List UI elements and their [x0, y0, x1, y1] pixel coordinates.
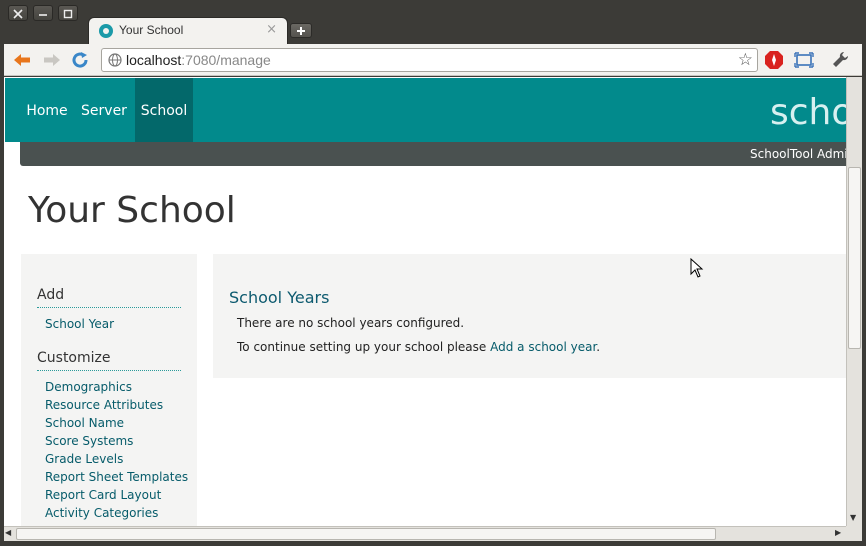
user-name-link[interactable]: SchoolTool Admin	[750, 147, 846, 161]
sidebar-link-report-card-layout[interactable]: Report Card Layout	[45, 488, 161, 502]
setup-message-end: .	[596, 340, 601, 354]
empty-message: There are no school years configured.	[237, 316, 465, 330]
sidebar-link-grade-levels[interactable]: Grade Levels	[45, 452, 123, 466]
vertical-scroll-thumb[interactable]	[848, 167, 861, 349]
tab-title: Your School	[119, 23, 184, 37]
browser-toolbar: localhost:7080/manage ☆	[4, 44, 862, 76]
adblock-icon[interactable]	[764, 50, 784, 70]
setup-message-text: To continue setting up your school pleas…	[237, 340, 491, 354]
scroll-left-arrow-icon[interactable]: ◀	[5, 528, 11, 537]
nav-home[interactable]: Home	[23, 78, 71, 142]
new-tab-button[interactable]	[290, 23, 312, 38]
page-info-icon[interactable]	[108, 53, 122, 67]
scroll-right-arrow-icon[interactable]: ▶	[835, 528, 841, 537]
address-bar[interactable]: localhost:7080/manage ☆	[101, 48, 758, 72]
plus-icon	[297, 27, 305, 35]
window-minimize-button[interactable]	[33, 5, 53, 21]
bookmark-star-icon[interactable]: ☆	[738, 50, 753, 70]
sidebar: Add School Year Customize Demographics R…	[21, 254, 197, 526]
sidebar-heading-customize: Customize	[37, 350, 181, 371]
wrench-icon[interactable]	[830, 50, 850, 70]
site-favicon-icon	[99, 24, 113, 38]
tab-close-icon[interactable]: ×	[266, 22, 277, 37]
reload-icon[interactable]	[70, 50, 90, 70]
sidebar-link-score-systems[interactable]: Score Systems	[45, 434, 133, 448]
horizontal-scrollbar[interactable]: ◀ ▶	[4, 526, 846, 541]
mouse-cursor-icon	[690, 258, 704, 278]
back-arrow-icon[interactable]	[12, 50, 32, 70]
user-bar: SchoolTool Admin	[20, 142, 846, 166]
url-path: :7080/manage	[181, 52, 271, 68]
horizontal-scroll-thumb[interactable]	[16, 528, 716, 540]
sidebar-link-school-year[interactable]: School Year	[45, 317, 114, 331]
add-school-year-link[interactable]: Add a school year	[490, 340, 596, 354]
nav-server[interactable]: Server	[77, 78, 131, 142]
sidebar-link-report-sheet-templates[interactable]: Report Sheet Templates	[45, 470, 188, 484]
scroll-down-arrow-icon[interactable]: ▼	[850, 513, 856, 522]
main-content-panel: School Years There are no school years c…	[213, 254, 846, 378]
nav-school[interactable]: School	[135, 78, 193, 142]
scrollbar-corner	[846, 526, 862, 541]
section-title: School Years	[229, 288, 330, 307]
web-page: Home Server School schoo SchoolTool Admi…	[4, 77, 846, 526]
close-icon	[13, 9, 23, 19]
sidebar-heading-add: Add	[37, 287, 181, 308]
browser-tab[interactable]: Your School ×	[88, 17, 288, 44]
fullscreen-icon[interactable]	[794, 50, 814, 70]
top-navigation-bar: Home Server School schoo	[5, 78, 846, 142]
maximize-icon	[63, 9, 73, 19]
brand-logo-text: schoo	[770, 92, 846, 133]
window-close-button[interactable]	[8, 5, 28, 21]
minimize-icon	[39, 14, 47, 16]
sidebar-link-activity-categories[interactable]: Activity Categories	[45, 506, 158, 520]
window-maximize-button[interactable]	[58, 5, 78, 21]
sidebar-link-school-name[interactable]: School Name	[45, 416, 124, 430]
page-title: Your School	[28, 190, 236, 231]
forward-arrow-icon[interactable]	[42, 50, 62, 70]
sidebar-link-demographics[interactable]: Demographics	[45, 380, 132, 394]
url-host: localhost	[126, 52, 182, 68]
vertical-scrollbar[interactable]: ▼	[846, 77, 862, 526]
setup-message: To continue setting up your school pleas…	[237, 340, 600, 354]
url-text: localhost:7080/manage	[126, 52, 271, 68]
sidebar-link-resource-attributes[interactable]: Resource Attributes	[45, 398, 163, 412]
browser-window: Your School × localhost:7080/manage ☆ Ho…	[0, 0, 866, 546]
